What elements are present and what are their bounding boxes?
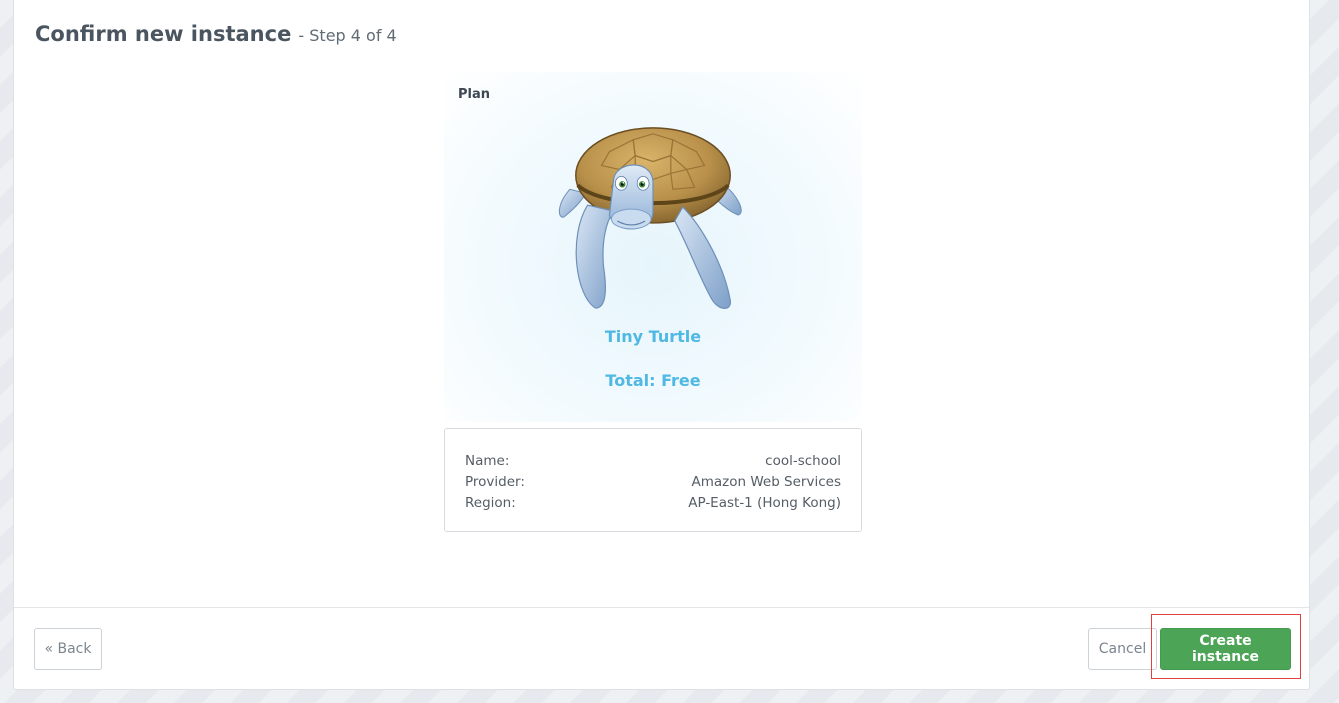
detail-label: Region: bbox=[465, 495, 516, 511]
step-indicator: - Step 4 of 4 bbox=[298, 26, 397, 45]
footer-bar: « Back Cancel Create instance bbox=[14, 607, 1309, 690]
detail-value: AP-East-1 (Hong Kong) bbox=[688, 495, 841, 511]
detail-value: Amazon Web Services bbox=[691, 474, 841, 490]
plan-name: Tiny Turtle bbox=[604, 327, 702, 346]
detail-row-region: Region: AP-East-1 (Hong Kong) bbox=[465, 493, 841, 514]
cancel-button[interactable]: Cancel bbox=[1088, 628, 1157, 670]
detail-value: cool-school bbox=[765, 453, 841, 469]
page-title: Confirm new instance - Step 4 of 4 bbox=[35, 22, 397, 46]
page-title-text: Confirm new instance bbox=[35, 22, 292, 46]
plan-card: Plan Tiny Turtle Total: Free bbox=[444, 72, 862, 422]
detail-row-provider: Provider: Amazon Web Services bbox=[465, 472, 841, 493]
plan-total: Total: Free bbox=[605, 371, 701, 390]
create-instance-button[interactable]: Create instance bbox=[1160, 628, 1291, 670]
confirm-panel: Confirm new instance - Step 4 of 4 Plan bbox=[13, 0, 1310, 690]
instance-details: Name: cool-school Provider: Amazon Web S… bbox=[444, 428, 862, 532]
back-button[interactable]: « Back bbox=[34, 628, 102, 670]
plan-label: Plan bbox=[458, 87, 491, 102]
detail-label: Provider: bbox=[465, 474, 525, 490]
detail-label: Name: bbox=[465, 453, 510, 469]
turtle-mascot-icon bbox=[558, 127, 742, 309]
detail-row-name: Name: cool-school bbox=[465, 451, 841, 472]
